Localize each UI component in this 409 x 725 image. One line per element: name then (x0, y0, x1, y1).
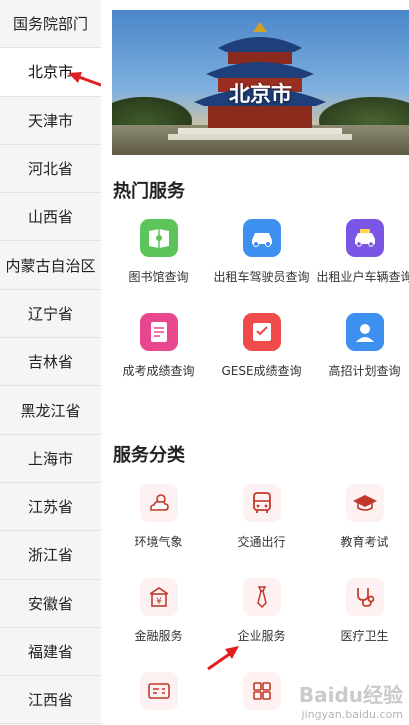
watermark-text: Baidu经验 (298, 683, 403, 707)
baidu-watermark: Baidu经验 jingyan.baidu.com (299, 679, 403, 721)
grid-apps-icon (242, 672, 281, 710)
hot-service-library[interactable]: 图书馆查询 (107, 219, 210, 285)
service-categories-title: 服务分类 (113, 445, 185, 466)
taxi-icon (345, 219, 384, 257)
hot-service-label: GESE成绩查询 (221, 364, 302, 378)
category-healthcare[interactable]: 医疗卫生 (313, 578, 409, 644)
sidebar-item-fujian[interactable]: 福建省 (0, 628, 101, 677)
hot-service-gese[interactable]: GESE成绩查询 (210, 313, 313, 379)
sidebar-item-label: 福建省 (27, 643, 73, 661)
sidebar-item-hebei[interactable]: 河北省 (0, 145, 101, 194)
category-more[interactable] (210, 672, 313, 721)
gese-certificate-icon (242, 313, 281, 351)
sidebar-item-label: 黑龙江省 (20, 401, 81, 420)
hot-service-label: 成考成绩查询 (122, 364, 195, 378)
sidebar-item-shanghai[interactable]: 上海市 (0, 435, 101, 483)
bus-icon (242, 484, 281, 522)
sidebar-item-label: 江苏省 (27, 498, 73, 517)
svg-text:¥: ¥ (156, 597, 162, 607)
sidebar-item-label: 浙江省 (27, 546, 73, 565)
exam-score-icon (139, 313, 178, 351)
id-card-icon (139, 672, 178, 710)
annotation-arrow-icon (207, 646, 239, 671)
hot-service-label: 高招计划查询 (328, 364, 401, 378)
graduation-cap-icon (345, 484, 384, 522)
sidebar-item-inner-mongolia[interactable]: 内蒙古自治区 (0, 241, 101, 290)
hot-service-label: 图书馆查询 (128, 270, 189, 284)
sidebar-item-label: 天津市 (27, 111, 73, 130)
category-finance[interactable]: ¥ 金融服务 (107, 578, 210, 644)
sidebar-item-state-council[interactable]: 国务院部门 (0, 0, 101, 49)
category-label: 教育考试 (340, 535, 389, 549)
tie-icon (242, 578, 281, 616)
sidebar-item-label: 河北省 (27, 160, 73, 179)
sidebar-item-label: 内蒙古自治区 (5, 256, 96, 275)
sidebar-item-label: 吉林省 (27, 353, 73, 372)
city-banner[interactable]: 北京市 (112, 10, 409, 155)
weather-icon (139, 484, 178, 522)
sidebar-item-label: 江西省 (27, 691, 73, 710)
hot-service-taxi-vehicle[interactable]: 出租业户车辆查询 (313, 219, 409, 285)
category-label: 企业服务 (237, 629, 286, 643)
banner-title: 北京市 (229, 82, 292, 106)
category-transport[interactable]: 交通出行 (210, 484, 313, 550)
admission-plan-icon (345, 313, 384, 351)
hot-services-title: 热门服务 (113, 181, 185, 202)
hot-service-admission-plan[interactable]: 高招计划查询 (313, 313, 409, 379)
category-label: 金融服务 (134, 629, 183, 643)
sidebar-item-jiangxi[interactable]: 江西省 (0, 676, 101, 725)
finance-icon: ¥ (139, 578, 178, 616)
sidebar-item-heilongjiang[interactable]: 黑龙江省 (0, 386, 101, 435)
category-id-services[interactable] (107, 672, 210, 721)
sidebar-item-jiangsu[interactable]: 江苏省 (0, 483, 101, 532)
category-education-exam[interactable]: 教育考试 (313, 484, 409, 550)
sidebar-item-liaoning[interactable]: 辽宁省 (0, 290, 101, 339)
stethoscope-icon (345, 578, 384, 616)
sidebar-item-anhui[interactable]: 安徽省 (0, 580, 101, 628)
hot-service-label: 出租车驾驶员查询 (213, 270, 310, 284)
sidebar-item-zhejiang[interactable]: 浙江省 (0, 531, 101, 580)
hot-service-adult-exam[interactable]: 成考成绩查询 (107, 313, 210, 379)
category-label: 医疗卫生 (340, 629, 389, 643)
taxi-driver-icon (242, 219, 281, 257)
hot-service-label: 出租业户车辆查询 (316, 270, 409, 284)
region-sidebar: 国务院部门 北京市 天津市 河北省 山西省 内蒙古自治区 辽宁省 吉林省 黑龙江… (0, 0, 102, 725)
hot-service-taxi-driver[interactable]: 出租车驾驶员查询 (210, 219, 313, 285)
sidebar-item-label: 辽宁省 (27, 304, 73, 323)
sidebar-item-tianjin[interactable]: 天津市 (0, 97, 101, 145)
main-panel: 北京市 热门服务 图书馆查询 出租车驾驶员查询 出租业户车辆查询 成考成绩查询 … (101, 0, 409, 725)
book-icon (139, 219, 178, 257)
sidebar-item-label: 上海市 (27, 449, 73, 468)
sidebar-item-shanxi[interactable]: 山西省 (0, 193, 101, 242)
sidebar-item-label: 国务院部门 (12, 15, 88, 34)
category-enterprise[interactable]: 企业服务 (210, 578, 313, 644)
category-label: 环境气象 (134, 535, 183, 549)
category-label: 交通出行 (237, 535, 286, 549)
watermark-subtext: jingyan.baidu.com (301, 708, 403, 721)
sidebar-item-label: 安徽省 (27, 594, 73, 613)
sidebar-item-label: 山西省 (27, 208, 73, 227)
category-environment-weather[interactable]: 环境气象 (107, 484, 210, 550)
sidebar-item-jilin[interactable]: 吉林省 (0, 338, 101, 387)
